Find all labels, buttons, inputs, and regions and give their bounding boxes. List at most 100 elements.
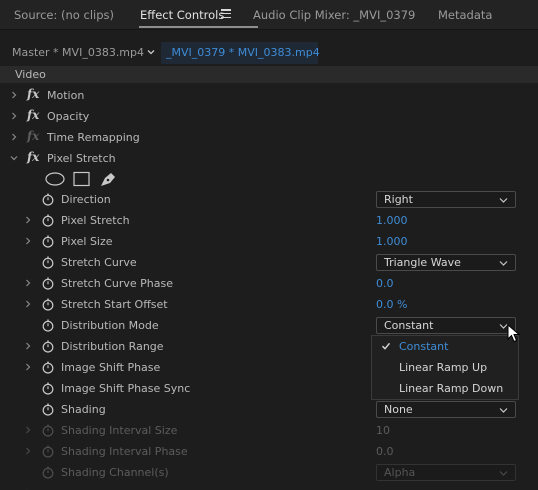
stopwatch-icon[interactable] (42, 214, 54, 227)
distribution-mode-dropdown[interactable]: Constant (376, 317, 516, 334)
stopwatch-icon[interactable] (42, 403, 54, 416)
tab-metadata[interactable]: Metadata (438, 8, 492, 22)
disclosure-triangle-icon (26, 426, 31, 434)
fx-icon[interactable]: fx (27, 87, 39, 101)
shading-channels-dropdown: Alpha (376, 464, 516, 481)
stopwatch-icon (42, 424, 54, 437)
stretch-curve-dropdown[interactable]: Triangle Wave (376, 254, 516, 271)
param-label: Stretch Curve (61, 256, 137, 269)
disclosure-triangle-icon[interactable] (24, 237, 32, 245)
param-label: Stretch Curve Phase (61, 277, 173, 290)
stopwatch-icon[interactable] (42, 277, 54, 290)
menu-item-label: Constant (399, 340, 449, 353)
rectangle-mask-icon[interactable] (73, 171, 90, 187)
fx-icon[interactable]: fx (27, 108, 39, 122)
master-clip-label[interactable]: Master * MVI_0383.mp4 (12, 46, 144, 59)
video-section-label: Video (15, 68, 46, 81)
param-row-stretch-start-offset: Stretch Start Offset 0.0 % (0, 294, 538, 315)
sequence-clip-label[interactable]: _MVI_0379 * MVI_0383.mp4 (166, 46, 320, 59)
clip-selector-bar: Master * MVI_0383.mp4 _MVI_0379 * MVI_03… (0, 42, 538, 64)
effect-name: Motion (47, 89, 85, 102)
param-row-distribution-mode: Distribution Mode Constant (0, 315, 538, 336)
param-label: Shading Interval Phase (61, 445, 188, 458)
dropdown-value: Triangle Wave (384, 256, 461, 269)
param-row-pixel-size: Pixel Size 1.000 (0, 231, 538, 252)
effect-name: Pixel Stretch (47, 152, 116, 165)
disclosure-triangle-icon[interactable] (24, 300, 32, 308)
param-label: Pixel Size (61, 235, 113, 248)
mouse-pointer-icon (507, 324, 521, 343)
chevron-down-icon[interactable] (146, 47, 156, 57)
param-label: Shading (61, 403, 106, 416)
stretch-curve-phase-value[interactable]: 0.0 (376, 277, 394, 290)
stopwatch-icon[interactable] (42, 361, 54, 374)
disclosure-triangle-icon[interactable] (10, 133, 18, 141)
dropdown-value: None (384, 403, 413, 416)
param-label: Pixel Stretch (61, 214, 130, 227)
pen-mask-icon[interactable] (101, 173, 115, 186)
param-label: Distribution Mode (61, 319, 159, 332)
stopwatch-icon[interactable] (42, 235, 54, 248)
param-row-pixel-stretch: Pixel Stretch 1.000 (0, 210, 538, 231)
stopwatch-icon[interactable] (42, 193, 54, 206)
chevron-down-icon (499, 198, 508, 203)
tab-effect-controls[interactable]: Effect Controls (140, 8, 224, 22)
param-label: Shading Channel(s) (61, 466, 169, 479)
param-label: Shading Interval Size (61, 424, 178, 437)
effect-row-motion[interactable]: fx Motion (0, 85, 538, 106)
direction-dropdown[interactable]: Right (376, 191, 516, 208)
stopwatch-icon[interactable] (42, 319, 54, 332)
shading-dropdown[interactable]: None (376, 401, 516, 418)
disclosure-triangle-icon[interactable] (24, 342, 32, 350)
fx-icon[interactable]: fx (27, 150, 39, 164)
panel-menu-icon[interactable] (221, 9, 231, 18)
chevron-down-icon (499, 261, 508, 266)
param-row-stretch-curve-phase: Stretch Curve Phase 0.0 (0, 273, 538, 294)
disclosure-triangle-icon[interactable] (10, 112, 18, 120)
chevron-down-icon (499, 408, 508, 413)
menu-item-linear-ramp-down[interactable]: Linear Ramp Down (372, 378, 520, 399)
param-label: Image Shift Phase (61, 361, 161, 374)
disclosure-triangle-icon[interactable] (24, 279, 32, 287)
shading-interval-size-value: 10 (376, 424, 390, 437)
menu-item-linear-ramp-up[interactable]: Linear Ramp Up (372, 357, 520, 378)
effect-row-pixel-stretch[interactable]: fx Pixel Stretch (0, 148, 538, 169)
disclosure-triangle-icon[interactable] (10, 91, 18, 99)
effect-name: Time Remapping (47, 131, 140, 144)
effect-row-opacity[interactable]: fx Opacity (0, 106, 538, 127)
menu-item-label: Linear Ramp Up (399, 361, 488, 374)
disclosure-triangle-icon (26, 447, 31, 455)
distribution-mode-menu: Constant Linear Ramp Up Linear Ramp Down (371, 335, 519, 400)
mask-tools (45, 171, 115, 187)
param-row-partial (0, 483, 538, 490)
tab-audio-clip-mixer[interactable]: Audio Clip Mixer: _MVI_0379 (253, 8, 415, 22)
menu-item-label: Linear Ramp Down (399, 382, 504, 395)
chevron-down-icon (499, 471, 508, 476)
stopwatch-icon[interactable] (42, 298, 54, 311)
dropdown-value: Right (384, 193, 413, 206)
pixel-size-value[interactable]: 1.000 (376, 235, 408, 248)
param-label: Direction (61, 193, 111, 206)
param-row-shading-interval-size: Shading Interval Size 10 (0, 420, 538, 441)
video-section-header: Video (0, 66, 538, 83)
disclosure-triangle-icon[interactable] (10, 154, 18, 162)
stopwatch-icon[interactable] (42, 382, 54, 395)
active-tab-indicator (139, 26, 258, 28)
param-row-shading-channels: Shading Channel(s) Alpha (0, 462, 538, 483)
param-label: Stretch Start Offset (61, 298, 168, 311)
param-row-stretch-curve: Stretch Curve Triangle Wave (0, 252, 538, 273)
effect-row-time-remapping[interactable]: fx Time Remapping (0, 127, 538, 148)
disclosure-triangle-icon[interactable] (24, 216, 32, 224)
stretch-start-offset-value[interactable]: 0.0 % (376, 298, 407, 311)
pixel-stretch-value[interactable]: 1.000 (376, 214, 408, 227)
dropdown-value: Constant (384, 319, 434, 332)
ellipse-mask-icon[interactable] (45, 172, 65, 186)
disclosure-triangle-icon[interactable] (24, 363, 32, 371)
shading-interval-phase-value: 0.0 (376, 445, 394, 458)
stopwatch-icon[interactable] (42, 256, 54, 269)
stopwatch-icon[interactable] (42, 340, 54, 353)
menu-item-constant[interactable]: Constant (372, 336, 520, 357)
tab-source[interactable]: Source: (no clips) (14, 8, 114, 22)
fx-icon: fx (27, 129, 40, 143)
effect-name: Opacity (47, 110, 90, 123)
